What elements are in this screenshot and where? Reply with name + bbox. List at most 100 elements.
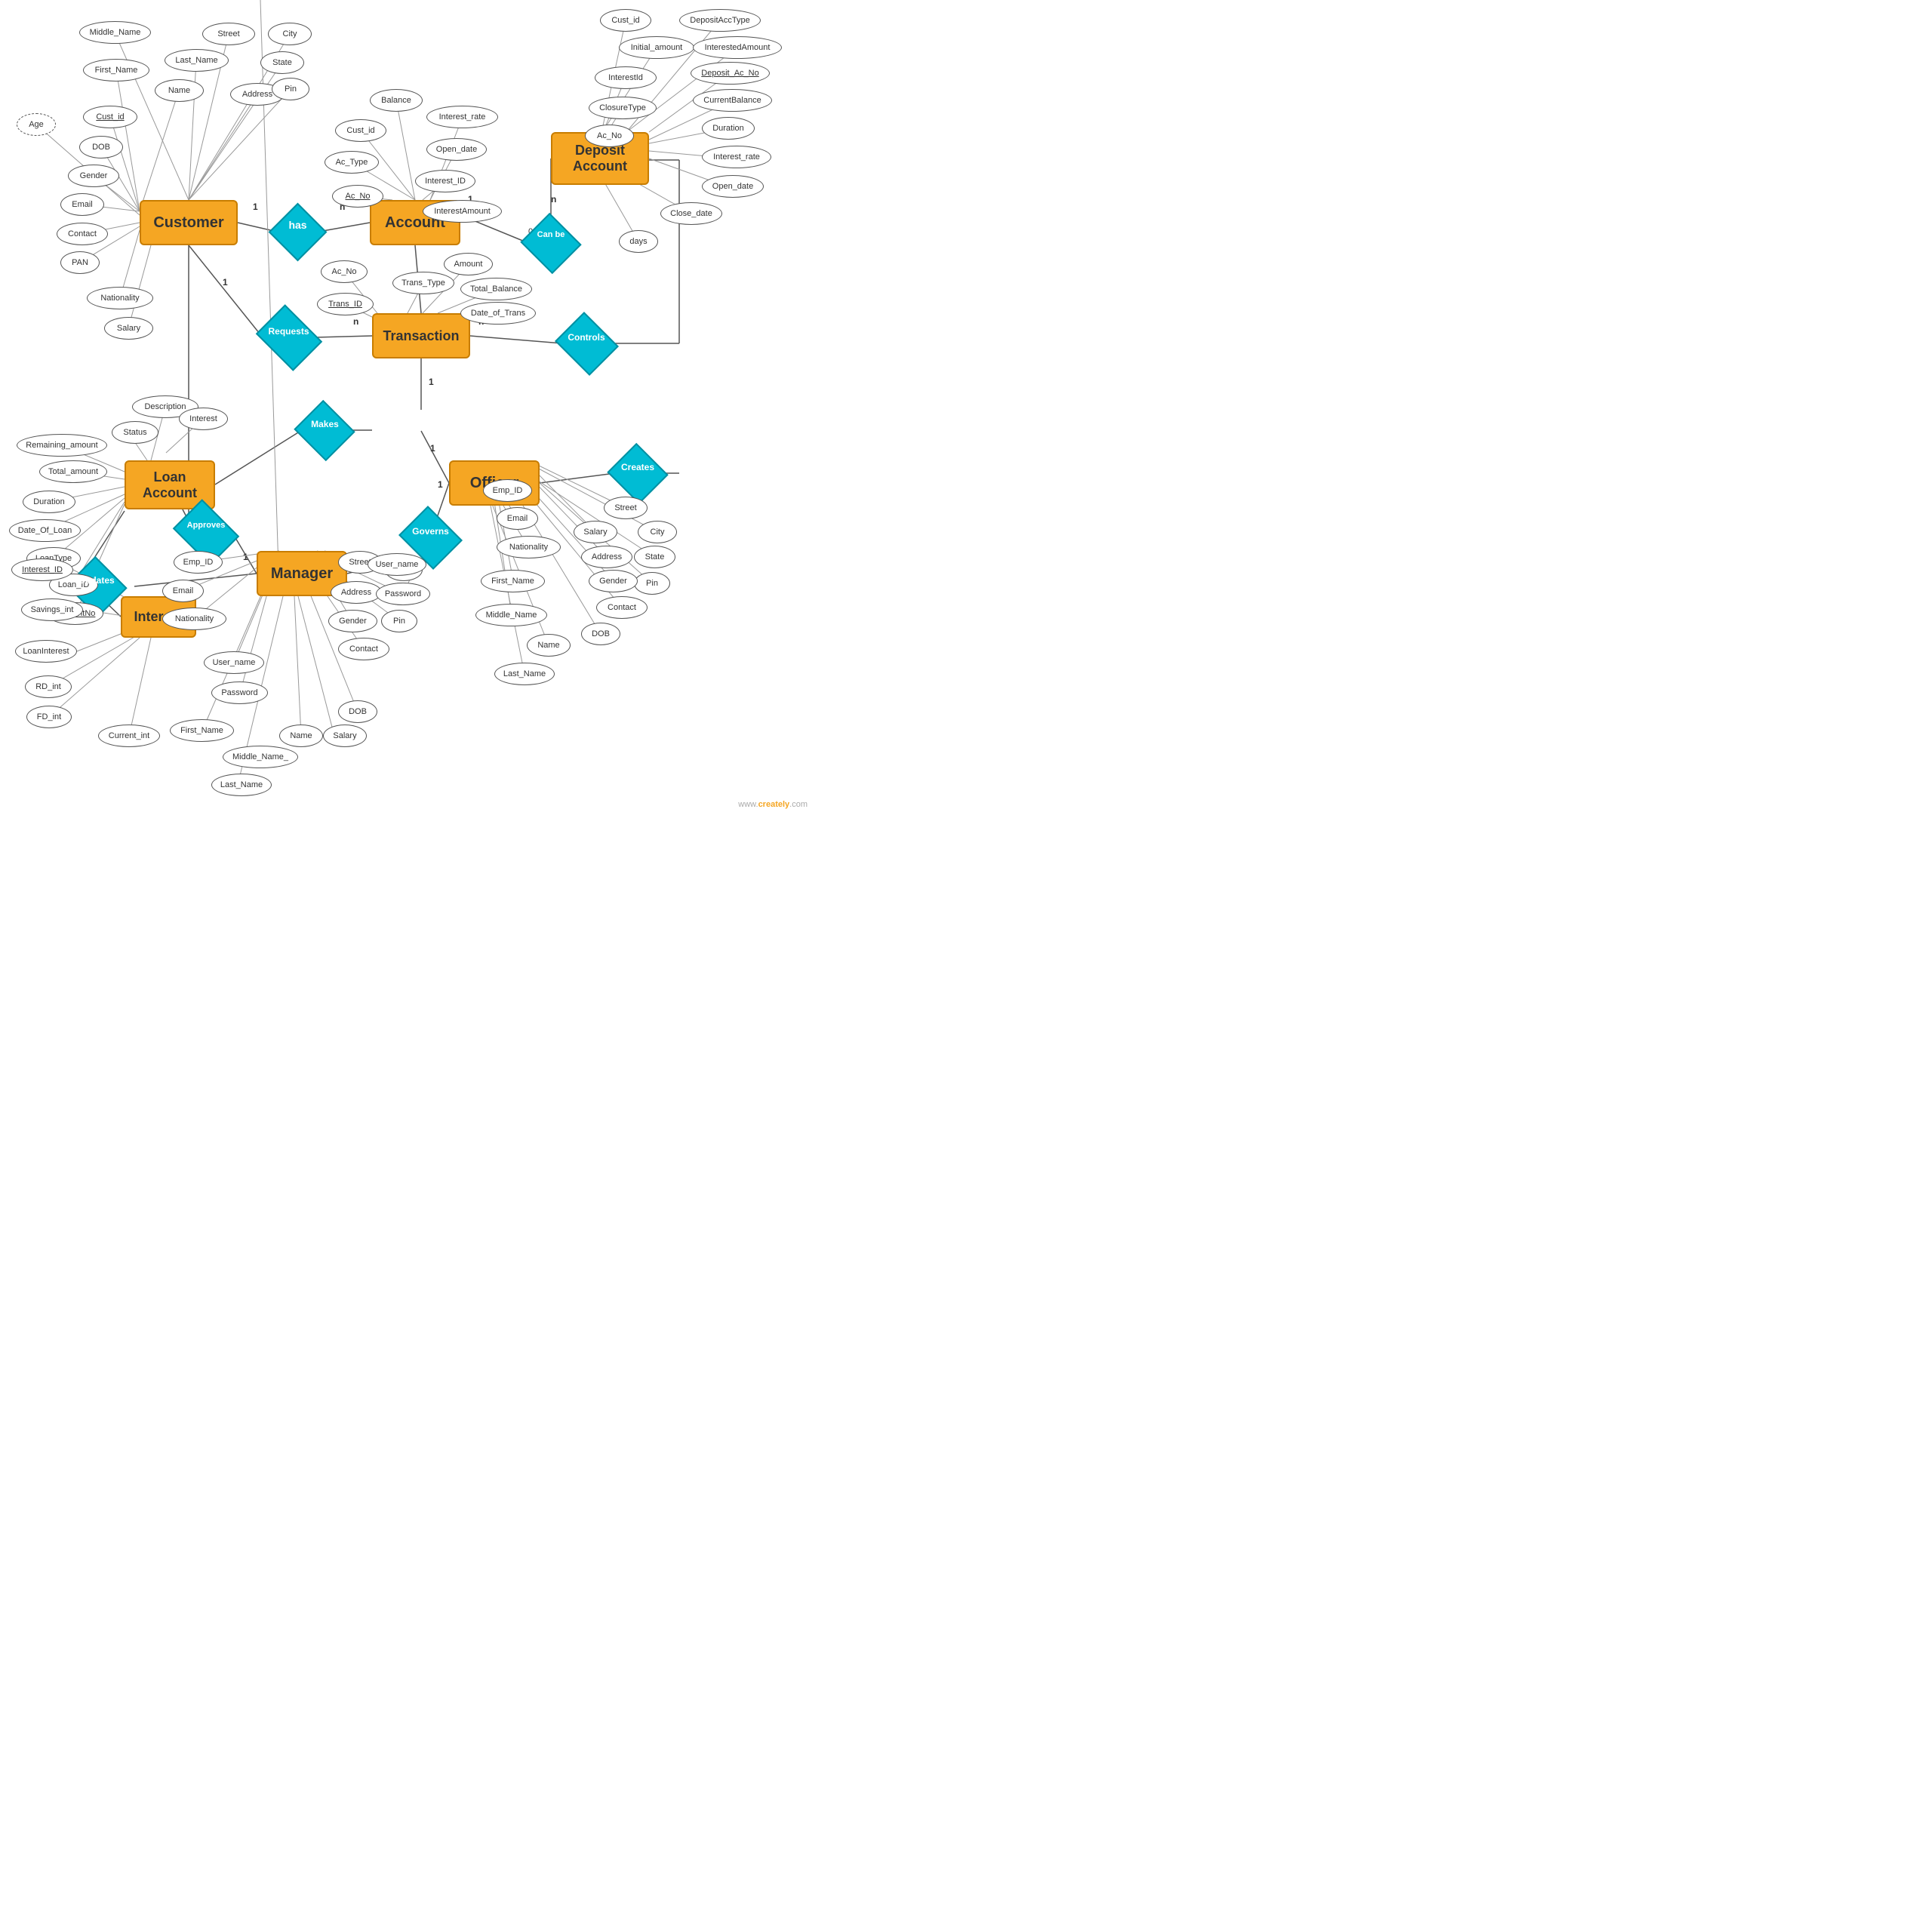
attr-dob-mgr: DOB — [338, 700, 377, 723]
attr-user-name-gov: User_name — [368, 553, 426, 576]
attr-street-cust: Street — [202, 23, 255, 45]
attr-contact-cust: Contact — [57, 223, 108, 245]
attr-state-off: State — [634, 546, 675, 568]
attr-name-cust: Name — [155, 79, 204, 102]
svg-text:1: 1 — [223, 277, 228, 288]
attr-last-name-off: Last_Name — [494, 663, 555, 685]
watermark: www.creately.com — [738, 800, 808, 809]
attr-first-name-cust: First_Name — [83, 59, 149, 82]
attr-deposit-ac-no: Deposit_Ac_No — [691, 62, 770, 85]
attr-pan-cust: PAN — [60, 251, 100, 274]
attr-password-mgr: Password — [211, 681, 268, 704]
attr-balance-acc: Balance — [370, 89, 423, 112]
attr-state-cust: State — [260, 51, 304, 74]
attr-deposit-acc-type: DepositAccType — [679, 9, 761, 32]
attr-salary-mgr: Salary — [323, 724, 367, 747]
svg-text:n: n — [353, 316, 358, 327]
attr-ac-no-acc: Ac_No — [332, 185, 383, 208]
attr-last-name-cust: Last_Name — [165, 49, 229, 72]
attr-status-loan: Status — [112, 421, 158, 444]
attr-open-date-dep: Open_date — [702, 175, 764, 198]
attr-initial-amount: Initial_amount — [619, 36, 694, 59]
attr-street-off: Street — [604, 497, 648, 519]
attr-cust-id-dep: Cust_id — [600, 9, 651, 32]
attr-age-cust: Age — [17, 113, 56, 136]
attr-nationality-off: Nationality — [497, 536, 561, 558]
attr-pin-off: Pin — [634, 572, 670, 595]
attr-salary-cust: Salary — [104, 317, 153, 340]
attr-contact-mgr: Contact — [338, 638, 389, 660]
attr-savings-int: Savings_int — [21, 598, 83, 621]
attr-ac-no-dep: Ac_No — [585, 125, 634, 147]
attr-date-of-loan: Date_Of_Loan — [9, 519, 81, 542]
attr-dob-cust: DOB — [79, 136, 123, 158]
attr-gender-mgr: Gender — [328, 610, 377, 632]
svg-text:1: 1 — [253, 202, 258, 212]
attr-ac-type-acc: Ac_Type — [325, 151, 379, 174]
attr-first-name-mgr: First_Name — [170, 719, 234, 742]
attr-interest-amount-acc: InterestAmount — [423, 200, 502, 223]
attr-total-amount-loan: Total_amount — [39, 460, 107, 483]
attr-cust-id-acc: Cust_id — [335, 119, 386, 142]
attr-city-cust: City — [268, 23, 312, 45]
attr-pin-cust: Pin — [272, 78, 309, 100]
attr-address-off: Address — [581, 546, 632, 568]
attr-interest-id-dep: InterestId — [595, 66, 657, 89]
attr-gender-cust: Gender — [68, 165, 119, 187]
attr-name-off: Name — [527, 634, 571, 657]
attr-emp-id-mgr: Emp_ID — [174, 551, 223, 574]
attr-emp-id-off: Emp_ID — [483, 479, 532, 502]
svg-text:1: 1 — [429, 377, 434, 387]
attr-loan-interest: LoanInterest — [15, 640, 77, 663]
attr-email-mgr: Email — [162, 580, 204, 602]
attr-days-dep: days — [619, 230, 658, 253]
attr-dob-off: DOB — [581, 623, 620, 645]
attr-name-mgr: Name — [279, 724, 323, 747]
attr-contact-off: Contact — [596, 596, 648, 619]
attr-middle-name-mgr: Middle_Name_ — [223, 746, 298, 768]
attr-close-date-dep: Close_date — [660, 202, 722, 225]
attr-middle-name: Middle_Name — [79, 21, 151, 44]
attr-remaining-amount: Remaining_amount — [17, 434, 107, 457]
attr-last-name-mgr: Last_Name — [211, 774, 272, 796]
attr-date-of-trans: Date_of_Trans — [460, 302, 536, 325]
attr-nationality-mgr: Nationality — [162, 608, 226, 630]
attr-duration-loan: Duration — [23, 491, 75, 513]
attr-interest-id-acc: Interest_ID — [415, 170, 475, 192]
svg-text:1: 1 — [430, 443, 435, 454]
attr-cust-id: Cust_id — [83, 106, 137, 128]
attr-interest-rate-dep: Interest_rate — [702, 146, 771, 168]
attr-amount-trans: Amount — [444, 253, 493, 275]
attr-interest-id: Interest_ID — [11, 558, 73, 581]
attr-interest-loan: Interest — [179, 408, 228, 430]
attr-password-gov: Password — [376, 583, 430, 605]
attr-user-name-mgr: User_name — [204, 651, 264, 674]
attr-pin-mgr: Pin — [381, 610, 417, 632]
attr-duration-dep: Duration — [702, 117, 755, 140]
attr-middle-name-off: Middle_Name — [475, 604, 547, 626]
svg-text:1: 1 — [243, 552, 248, 562]
attr-address-mgr: Address — [331, 581, 382, 604]
attr-current-int: Current_int — [98, 724, 160, 747]
attr-interested-amount: InterestedAmount — [693, 36, 782, 59]
attr-email-off: Email — [497, 507, 538, 530]
attr-interest-rate-acc: Interest_rate — [426, 106, 498, 128]
attr-nationality-cust: Nationality — [87, 287, 153, 309]
attr-email-cust: Email — [60, 193, 104, 216]
attr-current-balance: CurrentBalance — [693, 89, 772, 112]
attr-closure-type: ClosureType — [589, 97, 657, 119]
attr-fd-int: FD_int — [26, 706, 72, 728]
attr-open-date-acc: Open_date — [426, 138, 487, 161]
attr-total-balance: Total_Balance — [460, 278, 532, 300]
attr-city-off: City — [638, 521, 677, 543]
diagram-container: 1 n 1 n 0..2 1 n n 1 1 n n 1 1 1 n 1 — [0, 0, 815, 815]
entity-transaction: Transaction — [372, 313, 470, 358]
attr-ac-no-trans: Ac_No — [321, 260, 368, 283]
attr-gender-off: Gender — [589, 570, 638, 592]
entity-customer: Customer — [140, 200, 238, 245]
attr-rd-int: RD_int — [25, 675, 72, 698]
attr-trans-id: Trans_ID — [317, 293, 374, 315]
attr-salary-off: Salary — [574, 521, 617, 543]
svg-text:1: 1 — [438, 479, 443, 490]
svg-text:n: n — [551, 194, 556, 205]
